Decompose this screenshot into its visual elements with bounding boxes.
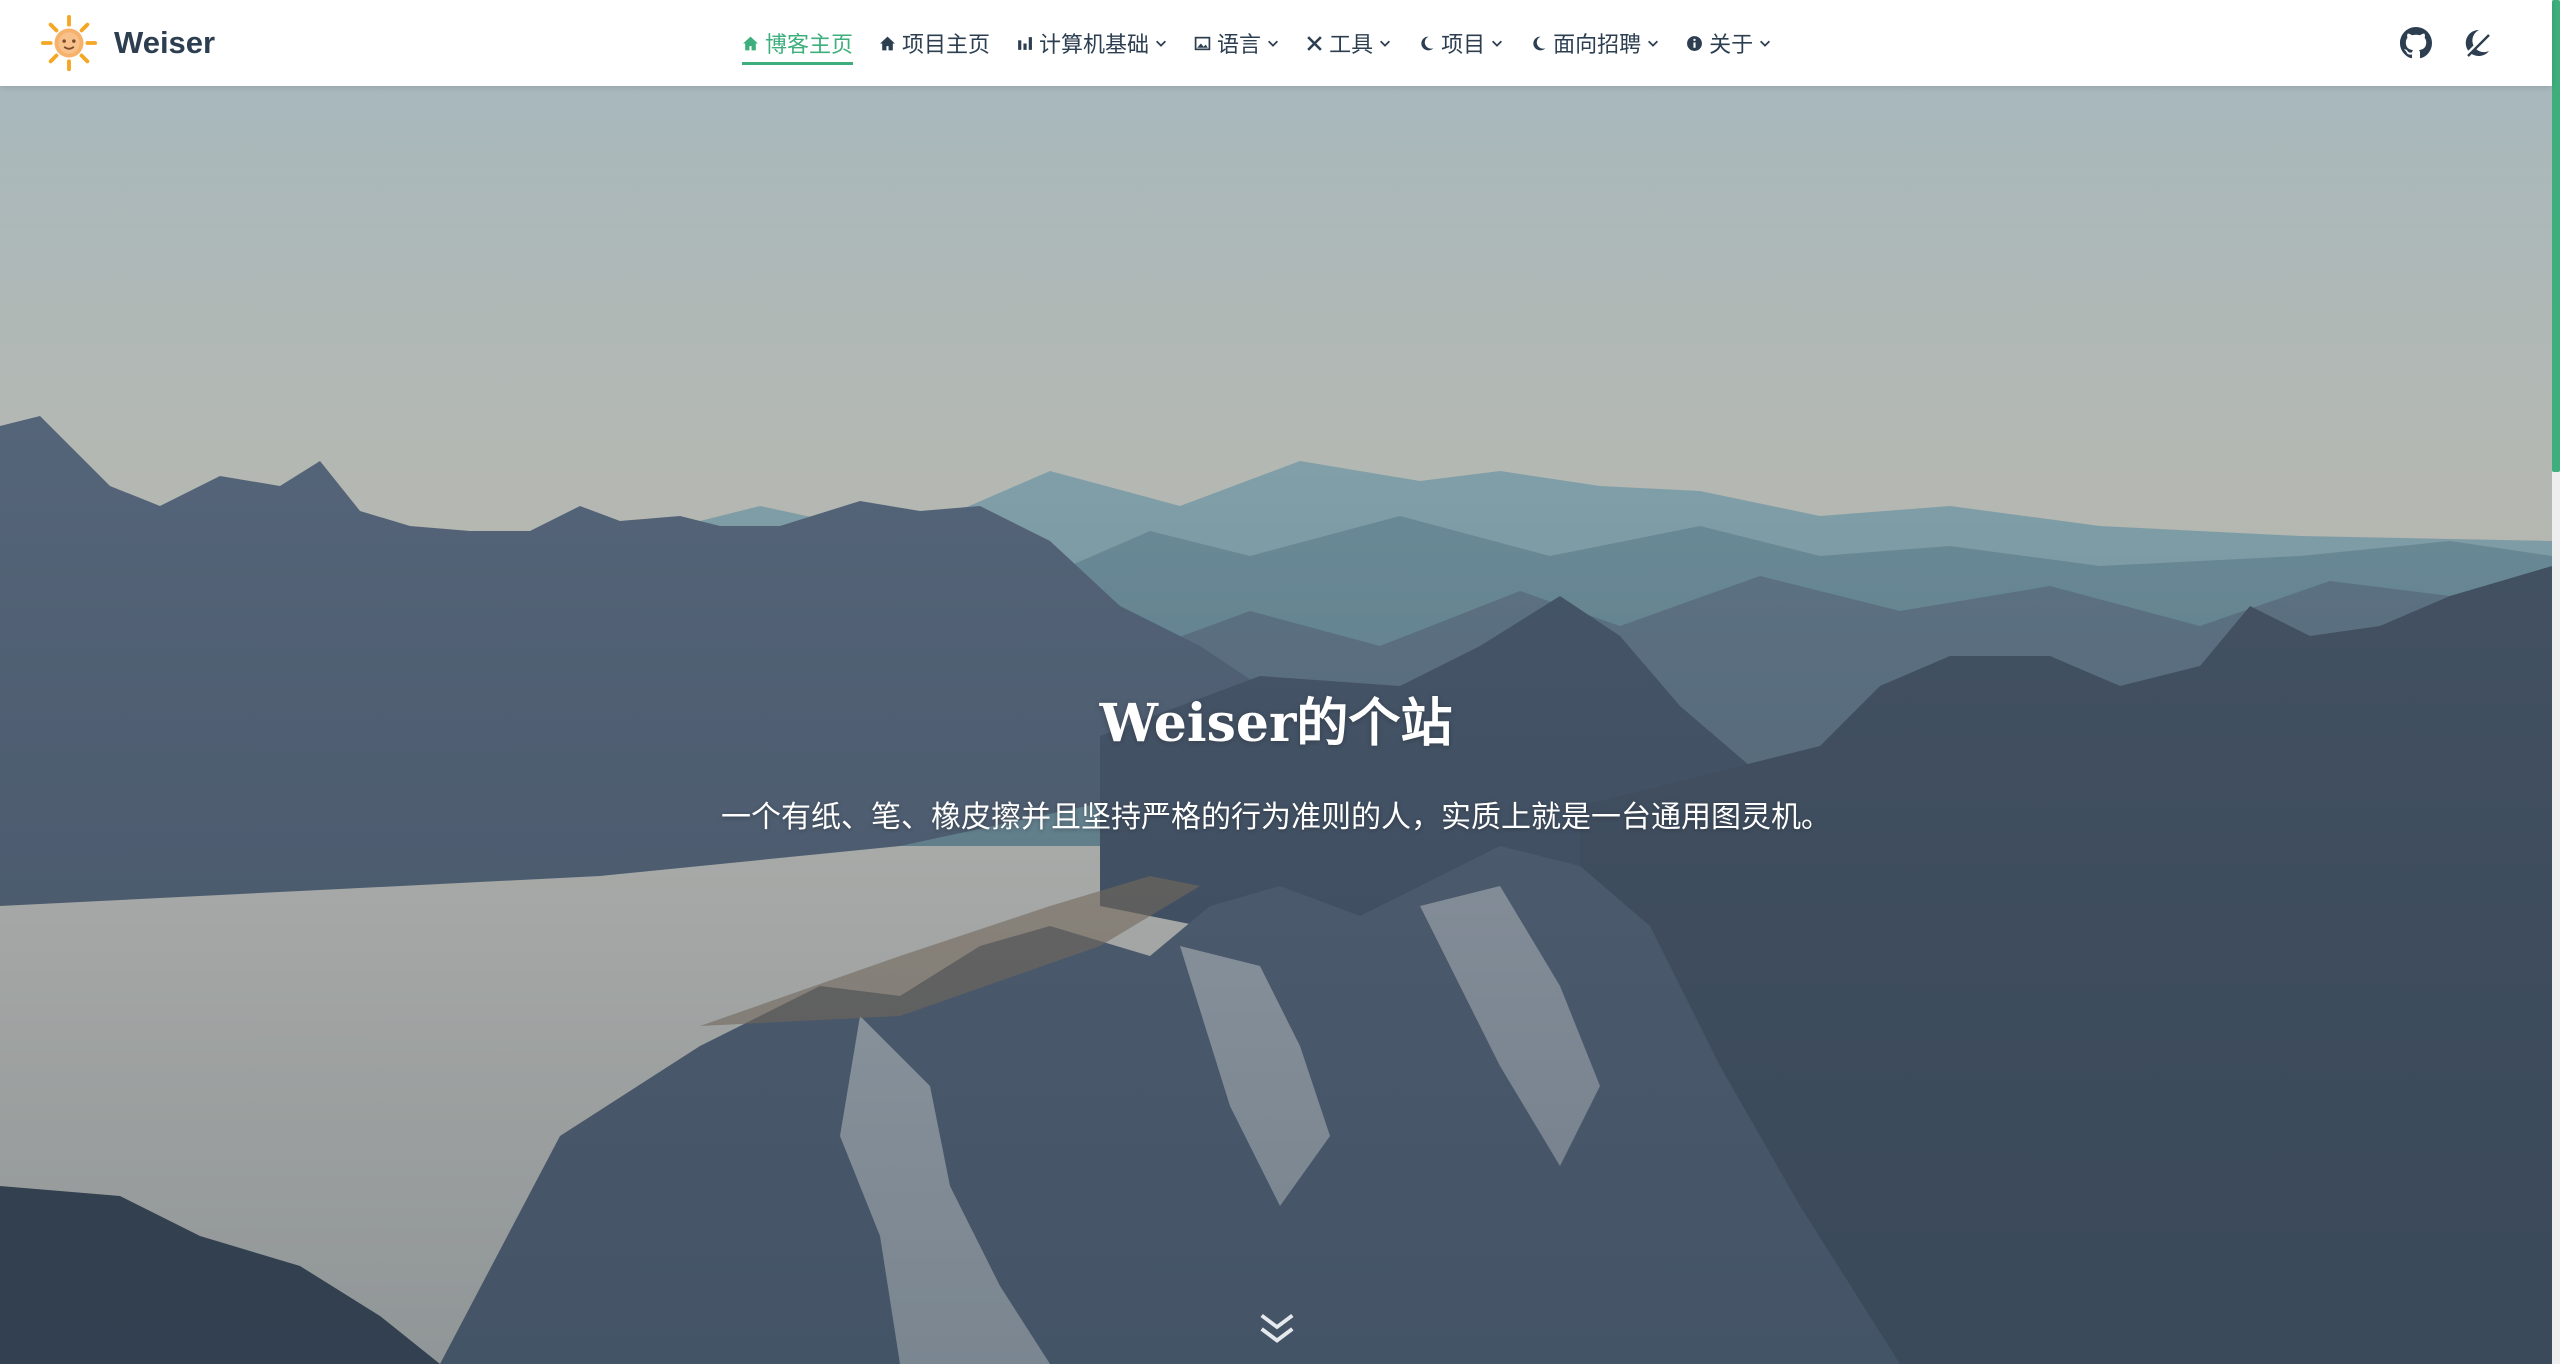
nav-item-label: 计算机基础 bbox=[1039, 32, 1150, 57]
moon-icon bbox=[1533, 36, 1546, 50]
nav-item-label: 博客主页 bbox=[765, 32, 854, 57]
nav-item-tools[interactable]: 工具 bbox=[1306, 0, 1392, 86]
home-icon bbox=[880, 36, 895, 50]
nav-item-project-home[interactable]: 项目主页 bbox=[879, 0, 990, 86]
chevron-double-down-icon[interactable] bbox=[1254, 1304, 1300, 1350]
top-navbar: Weiser 博客主页 项目主页 计算机基础 语言 工具 项目 面向招聘 关于 bbox=[0, 0, 2552, 86]
nav-item-label: 项目主页 bbox=[902, 32, 991, 57]
nav-item-projects[interactable]: 项目 bbox=[1418, 0, 1504, 86]
theme-toggle-icon[interactable] bbox=[2460, 27, 2492, 59]
nav-item-label: 项目 bbox=[1441, 32, 1486, 57]
chevron-down-icon bbox=[1760, 40, 1771, 47]
github-icon[interactable] bbox=[2400, 27, 2432, 59]
moon-icon bbox=[1421, 36, 1434, 50]
tools-icon bbox=[1307, 35, 1322, 51]
chevron-down-icon bbox=[1648, 40, 1659, 47]
nav-item-label: 工具 bbox=[1329, 32, 1374, 57]
chevron-down-icon bbox=[1268, 40, 1279, 47]
chevron-down-icon bbox=[1492, 40, 1503, 47]
sun-logo-icon bbox=[40, 14, 98, 72]
nav-item-label: 语言 bbox=[1217, 32, 1262, 57]
chevron-down-icon bbox=[1156, 40, 1167, 47]
nav-item-languages[interactable]: 语言 bbox=[1194, 0, 1280, 86]
nav-item-about[interactable]: 关于 bbox=[1686, 0, 1772, 86]
image-icon bbox=[1194, 36, 1211, 50]
nav-item-recruiting[interactable]: 面向招聘 bbox=[1530, 0, 1660, 86]
nav-item-blog-home[interactable]: 博客主页 bbox=[742, 0, 854, 86]
hero-description: 一个有纸、笔、橡皮擦并且坚持严格的行为准则的人，实质上就是一台通用图灵机。 bbox=[721, 801, 1831, 834]
bar-chart-icon bbox=[1018, 36, 1032, 50]
chevron-down-icon bbox=[1380, 40, 1391, 47]
nav-item-cs-basics[interactable]: 计算机基础 bbox=[1016, 0, 1168, 86]
nav-item-label: 关于 bbox=[1709, 32, 1754, 57]
brand[interactable]: Weiser bbox=[40, 0, 215, 86]
home-icon bbox=[743, 36, 758, 50]
scrollbar-thumb[interactable] bbox=[2552, 0, 2560, 472]
scrollbar-track[interactable] bbox=[2552, 0, 2560, 1364]
nav-item-label: 面向招聘 bbox=[1553, 32, 1642, 57]
info-icon bbox=[1687, 35, 1703, 51]
brand-name: Weiser bbox=[114, 25, 216, 60]
nav-right-actions bbox=[2372, 0, 2492, 86]
main-nav: 博客主页 项目主页 计算机基础 语言 工具 项目 面向招聘 关于 bbox=[742, 0, 1798, 86]
hero-title: Weiser的个站 bbox=[1099, 692, 1453, 754]
hero-section: Weiser的个站 一个有纸、笔、橡皮擦并且坚持严格的行为准则的人，实质上就是一… bbox=[0, 86, 2552, 1364]
